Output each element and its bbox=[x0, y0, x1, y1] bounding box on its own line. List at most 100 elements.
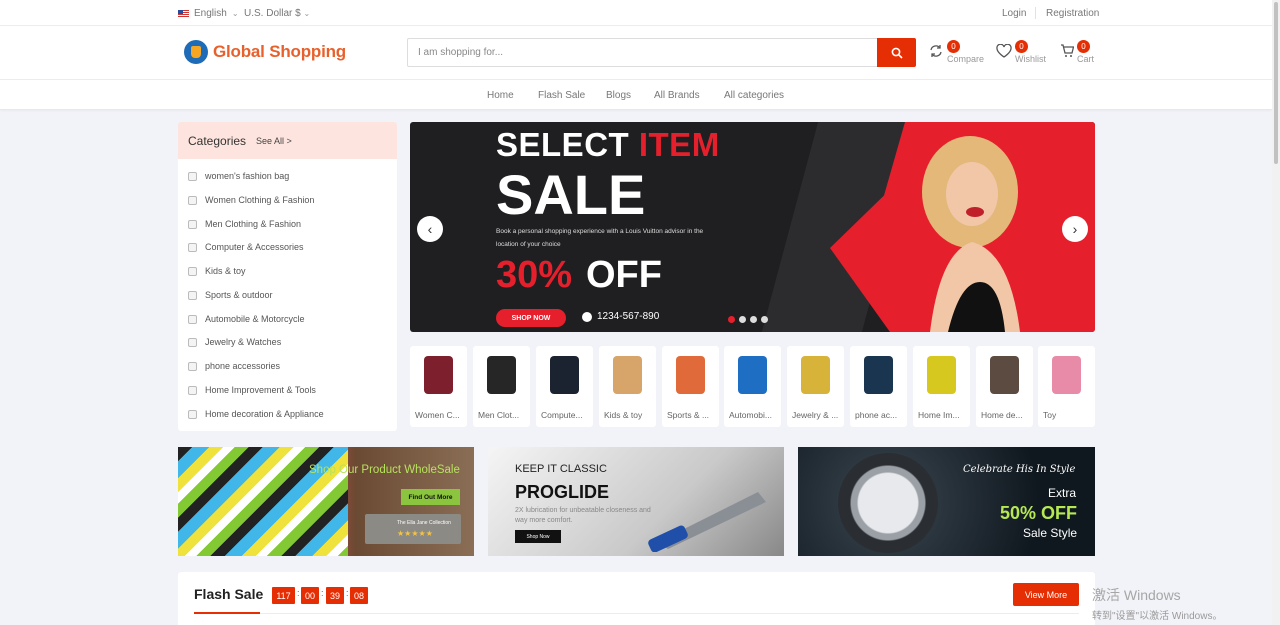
carousel-next-button[interactable]: › bbox=[1062, 216, 1088, 242]
banner-description: 2X lubrication for unbeatable closeness … bbox=[515, 507, 651, 524]
phone-icon bbox=[188, 361, 197, 371]
proglide-banner[interactable]: KEEP IT CLASSIC PROGLIDE 2X lubrication … bbox=[488, 447, 784, 556]
category-item[interactable]: Kids & toy bbox=[188, 261, 246, 281]
category-label: Women Clothing & Fashion bbox=[205, 195, 315, 205]
thumb-label: Women C... bbox=[415, 410, 460, 420]
category-label: Men Clothing & Fashion bbox=[205, 219, 302, 229]
wishlist-button[interactable]: 0 Wishlist bbox=[996, 40, 1051, 68]
category-thumb[interactable]: Jewelry & ... bbox=[787, 346, 844, 427]
category-thumb[interactable]: Men Clot... bbox=[473, 346, 530, 427]
cart-icon bbox=[1061, 44, 1074, 57]
logo-text: Global Shopping bbox=[213, 42, 346, 61]
watermark-title: 激活 Windows bbox=[1092, 587, 1181, 603]
login-link[interactable]: Login bbox=[1002, 8, 1026, 19]
wholesale-banner[interactable]: Shop Our Product WholeSale Find Out More… bbox=[178, 447, 474, 556]
banner-title: PROGLIDE bbox=[515, 482, 610, 502]
category-item[interactable]: Computer & Accessories bbox=[188, 237, 304, 257]
category-item[interactable]: Home decoration & Appliance bbox=[188, 404, 324, 424]
hero-carousel[interactable]: SELECT ITEM SALE Book a personal shoppin… bbox=[410, 122, 1095, 332]
category-thumb[interactable]: Sports & ... bbox=[662, 346, 719, 427]
scrollbar[interactable] bbox=[1272, 0, 1280, 625]
thumb-image bbox=[424, 356, 453, 394]
jewelry-icon bbox=[188, 337, 197, 347]
thumb-image bbox=[864, 356, 893, 394]
thumb-image bbox=[550, 356, 579, 394]
category-thumb[interactable]: Home de... bbox=[976, 346, 1033, 427]
find-out-more-button[interactable]: Find Out More bbox=[401, 489, 460, 505]
currency-label: U.S. Dollar $ bbox=[244, 8, 301, 19]
carousel-dot[interactable] bbox=[750, 316, 757, 323]
banner-text: Shop Our Product WholeSale bbox=[309, 464, 460, 476]
category-item[interactable]: Sports & outdoor bbox=[188, 285, 273, 305]
scrollbar-thumb[interactable] bbox=[1274, 2, 1278, 164]
category-item[interactable]: women's fashion bag bbox=[188, 166, 289, 186]
chevron-down-icon: ⌄ bbox=[303, 9, 311, 18]
category-item[interactable]: Men Clothing & Fashion bbox=[188, 214, 301, 234]
category-item[interactable]: phone accessories bbox=[188, 356, 280, 376]
wishlist-label: Wishlist bbox=[1015, 54, 1046, 64]
thumb-label: Home Im... bbox=[918, 410, 960, 420]
carousel-dot[interactable] bbox=[739, 316, 746, 323]
categories-panel: Categories See All > women's fashion bag… bbox=[178, 122, 397, 431]
category-thumb[interactable]: Toy bbox=[1038, 346, 1095, 427]
logo-icon bbox=[184, 40, 208, 64]
nav-all-brands[interactable]: All Brands bbox=[654, 90, 700, 101]
category-thumb[interactable]: Compute... bbox=[536, 346, 593, 427]
search-button[interactable] bbox=[877, 38, 916, 67]
carousel-dot[interactable] bbox=[761, 316, 768, 323]
nav-all-categories[interactable]: All categories bbox=[724, 90, 784, 101]
nav-blogs[interactable]: Blogs bbox=[606, 90, 631, 101]
category-thumb[interactable]: Women C... bbox=[410, 346, 467, 427]
nav-home[interactable]: Home bbox=[487, 90, 514, 101]
thumb-label: Kids & toy bbox=[604, 410, 643, 420]
language-selector[interactable]: English ⌄ bbox=[178, 8, 239, 19]
divider bbox=[1035, 7, 1036, 19]
flash-sale-title: Flash Sale bbox=[194, 586, 264, 602]
category-thumb[interactable]: Home Im... bbox=[913, 346, 970, 427]
category-item[interactable]: Jewelry & Watches bbox=[188, 332, 281, 352]
watch-banner[interactable]: Celebrate His In Style Extra 50% OFF Sal… bbox=[798, 447, 1095, 556]
category-item[interactable]: Automobile & Motorcycle bbox=[188, 309, 305, 329]
category-thumb[interactable]: Automobi... bbox=[724, 346, 781, 427]
category-thumbnails: Women C... Men Clot... Compute... Kids &… bbox=[410, 346, 1095, 427]
thumb-image bbox=[676, 356, 705, 394]
view-more-button[interactable]: View More bbox=[1013, 583, 1079, 606]
logo[interactable]: Global Shopping bbox=[184, 40, 346, 64]
model-image bbox=[922, 136, 1020, 332]
see-all-link[interactable]: See All > bbox=[256, 136, 292, 146]
search-input[interactable]: I am shopping for... bbox=[407, 38, 916, 67]
category-label: Sports & outdoor bbox=[205, 290, 273, 300]
cart-button[interactable]: 0 Cart bbox=[1060, 40, 1100, 68]
carousel-dot[interactable] bbox=[728, 316, 735, 323]
thumb-image bbox=[487, 356, 516, 394]
timer-colon: : bbox=[346, 588, 349, 598]
registration-link[interactable]: Registration bbox=[1046, 8, 1099, 19]
thumb-image bbox=[990, 356, 1019, 394]
category-thumb[interactable]: Kids & toy bbox=[599, 346, 656, 427]
divider bbox=[194, 613, 1079, 614]
thumb-label: phone ac... bbox=[855, 410, 898, 420]
dress-icon bbox=[188, 195, 197, 205]
us-flag-icon bbox=[178, 10, 189, 17]
category-thumb[interactable]: phone ac... bbox=[850, 346, 907, 427]
nav-flash-sale[interactable]: Flash Sale bbox=[538, 90, 585, 101]
carousel-prev-button[interactable]: ‹ bbox=[417, 216, 443, 242]
compare-button[interactable]: 0 Compare bbox=[929, 40, 989, 68]
cart-label: Cart bbox=[1077, 54, 1095, 64]
collection-name: The Ella Jane Collection bbox=[397, 520, 451, 526]
category-item[interactable]: Women Clothing & Fashion bbox=[188, 190, 314, 210]
compare-count: 0 bbox=[947, 40, 960, 53]
carousel-dots bbox=[728, 316, 768, 323]
hero-headline: SELECT ITEM bbox=[496, 126, 720, 164]
thumb-label: Jewelry & ... bbox=[792, 410, 839, 420]
thumb-label: Toy bbox=[1043, 410, 1057, 420]
currency-selector[interactable]: U.S. Dollar $ ⌄ bbox=[244, 8, 310, 19]
cart-count: 0 bbox=[1077, 40, 1090, 53]
categories-title: Categories bbox=[188, 134, 247, 148]
category-item[interactable]: Home Improvement & Tools bbox=[188, 380, 316, 400]
category-label: Computer & Accessories bbox=[205, 242, 304, 252]
thumb-label: Home de... bbox=[981, 410, 1023, 420]
shop-now-button[interactable]: SHOP NOW bbox=[496, 309, 566, 327]
chevron-down-icon: ⌄ bbox=[231, 9, 239, 18]
shop-now-button[interactable]: Shop Now bbox=[515, 530, 561, 543]
